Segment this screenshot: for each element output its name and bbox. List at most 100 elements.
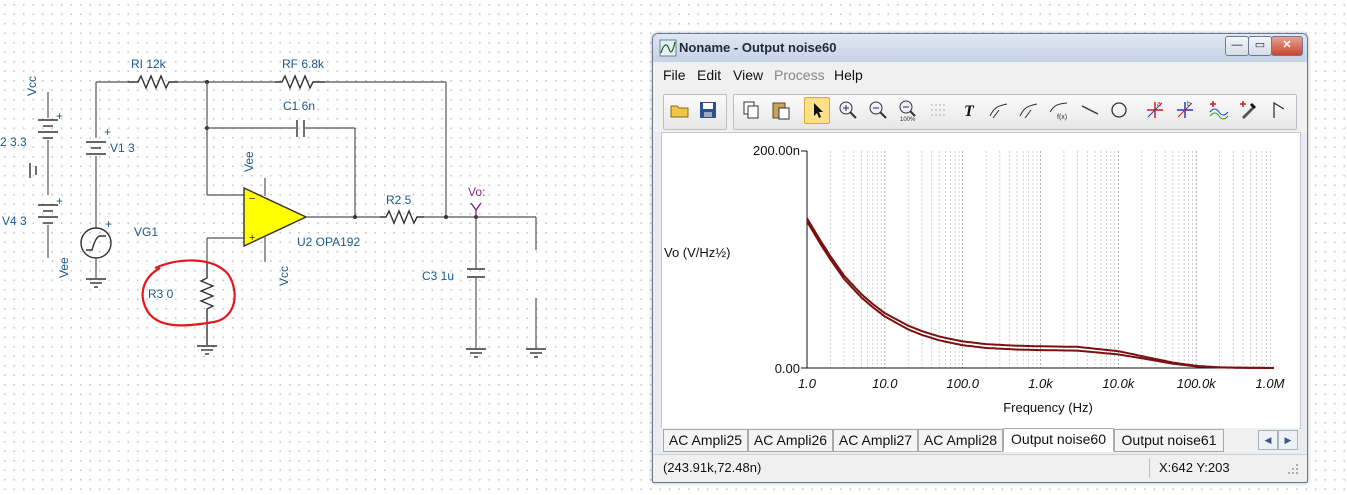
save-icon[interactable] <box>696 98 720 122</box>
circle-icon[interactable] <box>1107 98 1131 122</box>
battery-v3[interactable] <box>29 152 49 195</box>
cursor-b-icon[interactable]: b <box>1173 98 1197 122</box>
line-icon[interactable] <box>1078 98 1102 122</box>
svg-text:−: − <box>249 193 255 205</box>
tab-scroll-right-icon[interactable]: ▶ <box>1278 430 1298 450</box>
tab-output-noise60[interactable]: Output noise60 <box>1003 428 1114 452</box>
svg-text:+: + <box>249 232 255 244</box>
menu-view[interactable]: View <box>733 67 763 83</box>
paste-icon[interactable] <box>769 98 793 122</box>
probe-2-icon[interactable] <box>1017 98 1041 122</box>
label-rf: RF 6.8k <box>282 57 325 71</box>
probe-icon[interactable] <box>987 98 1011 122</box>
signal-generator-vg1[interactable] <box>80 227 112 259</box>
battery-v2[interactable] <box>38 92 58 152</box>
battery-v4[interactable] <box>38 204 58 258</box>
ground-c3 <box>466 348 486 358</box>
zoom-100-icon[interactable]: 100% <box>896 98 920 122</box>
probe-vo[interactable] <box>470 202 482 217</box>
capacitor-c1[interactable] <box>296 120 305 137</box>
label-vcc-left: Vcc <box>25 76 39 96</box>
cursor-a-icon[interactable]: a <box>1143 98 1167 122</box>
title-bar[interactable]: Noname - Output noise60 — ▭ ✕ <box>653 34 1307 62</box>
label-r3: R3 0 <box>148 287 174 301</box>
ground-r3 <box>197 345 217 355</box>
label-r2: R2 5 <box>386 193 412 207</box>
add-curve-icon[interactable] <box>1207 98 1231 122</box>
x-tick-label: 1.0M <box>1256 376 1285 391</box>
close-button[interactable]: ✕ <box>1271 36 1303 56</box>
pointer-icon[interactable] <box>804 97 830 124</box>
svg-text:f(x): f(x) <box>1057 114 1067 121</box>
resistor-ri[interactable] <box>128 74 178 90</box>
menu-file[interactable]: File <box>663 67 686 83</box>
result-tabs: AC Ampli25 AC Ampli26 AC Ampli27 AC Ampl… <box>661 428 1299 452</box>
svg-text:+: + <box>56 109 63 123</box>
y-tick-top: 200.00n <box>753 143 800 158</box>
tab-ac-ampli27[interactable]: AC Ampli27 <box>833 429 918 452</box>
menu-bar: File Edit View Process Help <box>653 62 1307 86</box>
tab-scroll-left-icon[interactable]: ◀ <box>1258 430 1278 450</box>
resize-grip-icon[interactable] <box>1285 461 1299 475</box>
plot-area[interactable]: 200.00n 0.00 Vo (V/Hz½) Frequency (Hz) 1… <box>661 132 1301 429</box>
x-tick-label: 1.0 <box>798 376 817 391</box>
status-bar: (243.91k,72.48n) X:642 Y:203 <box>653 454 1307 481</box>
label-vee-op: Vee <box>242 151 256 172</box>
x-tick-label: 10.0k <box>1102 376 1135 391</box>
svg-text:+: + <box>105 217 112 231</box>
svg-text:T: T <box>964 103 975 120</box>
tab-ac-ampli25[interactable]: AC Ampli25 <box>663 429 748 452</box>
status-cursor-value: (243.91k,72.48n) <box>663 460 762 475</box>
label-c1: C1 6n <box>283 99 315 113</box>
output-noise-window[interactable]: Noname - Output noise60 — ▭ ✕ File Edit … <box>652 33 1308 483</box>
label-vee-left: Vee <box>57 257 71 278</box>
capacitor-c3[interactable] <box>467 268 485 278</box>
grid-icon[interactable] <box>926 98 950 122</box>
x-axis-label: Frequency (Hz) <box>1003 400 1093 415</box>
text-icon[interactable]: T <box>958 98 982 122</box>
svg-text:+: + <box>104 125 111 139</box>
zoom-in-icon[interactable] <box>836 98 860 122</box>
app-icon <box>659 39 677 57</box>
menu-help[interactable]: Help <box>834 67 863 83</box>
tab-output-noise61[interactable]: Output noise61 <box>1114 429 1224 452</box>
label-v1: V1 3 <box>110 141 135 155</box>
svg-text:+: + <box>56 194 63 208</box>
formula-icon[interactable]: f(x) <box>1047 98 1071 122</box>
copy-icon[interactable] <box>739 98 763 122</box>
open-icon[interactable] <box>668 98 692 122</box>
chart-grid <box>801 150 1274 369</box>
x-tick-label: 10.0 <box>872 376 898 391</box>
label-v2: 2 3.3 <box>0 135 27 149</box>
label-ri: RI 12k <box>131 57 167 71</box>
label-u2: U2 OPA192 <box>297 235 360 249</box>
menu-edit[interactable]: Edit <box>697 67 721 83</box>
resistor-rf[interactable] <box>275 74 325 90</box>
noise-chart[interactable]: 200.00n 0.00 Vo (V/Hz½) Frequency (Hz) 1… <box>662 133 1300 428</box>
flag-icon[interactable] <box>1267 98 1291 122</box>
ground-output <box>526 348 546 358</box>
schematic-canvas[interactable]: + + Vcc 2 3.3 V4 3 Vee + V1 3 + VG1 RI 1… <box>0 0 650 495</box>
svg-text:b: b <box>1187 101 1191 108</box>
x-tick-label: 100.0 <box>946 376 979 391</box>
toolbar: 100% T f(x) a b <box>653 86 1307 132</box>
zoom-out-icon[interactable] <box>866 98 890 122</box>
minimize-button[interactable]: — <box>1225 36 1249 56</box>
status-xy: X:642 Y:203 <box>1159 460 1230 475</box>
resistor-r2[interactable] <box>380 209 424 225</box>
label-vcc-op: Vcc <box>277 266 291 286</box>
y-axis-label: Vo (V/Hz½) <box>664 245 730 260</box>
resistor-r3[interactable] <box>199 262 215 345</box>
window-title: Noname - Output noise60 <box>679 40 837 55</box>
maximize-button[interactable]: ▭ <box>1248 36 1272 56</box>
pick-color-icon[interactable] <box>1237 98 1261 122</box>
label-vo: Vo: <box>468 185 485 199</box>
tab-ac-ampli28[interactable]: AC Ampli28 <box>918 429 1003 452</box>
battery-v1[interactable] <box>86 141 106 155</box>
svg-text:100%: 100% <box>900 117 916 122</box>
tab-ac-ampli26[interactable]: AC Ampli26 <box>748 429 833 452</box>
svg-text:a: a <box>1157 101 1161 108</box>
x-tick-label: 1.0k <box>1028 376 1054 391</box>
label-c3: C3 1u <box>422 269 454 283</box>
menu-process[interactable]: Process <box>774 67 825 83</box>
